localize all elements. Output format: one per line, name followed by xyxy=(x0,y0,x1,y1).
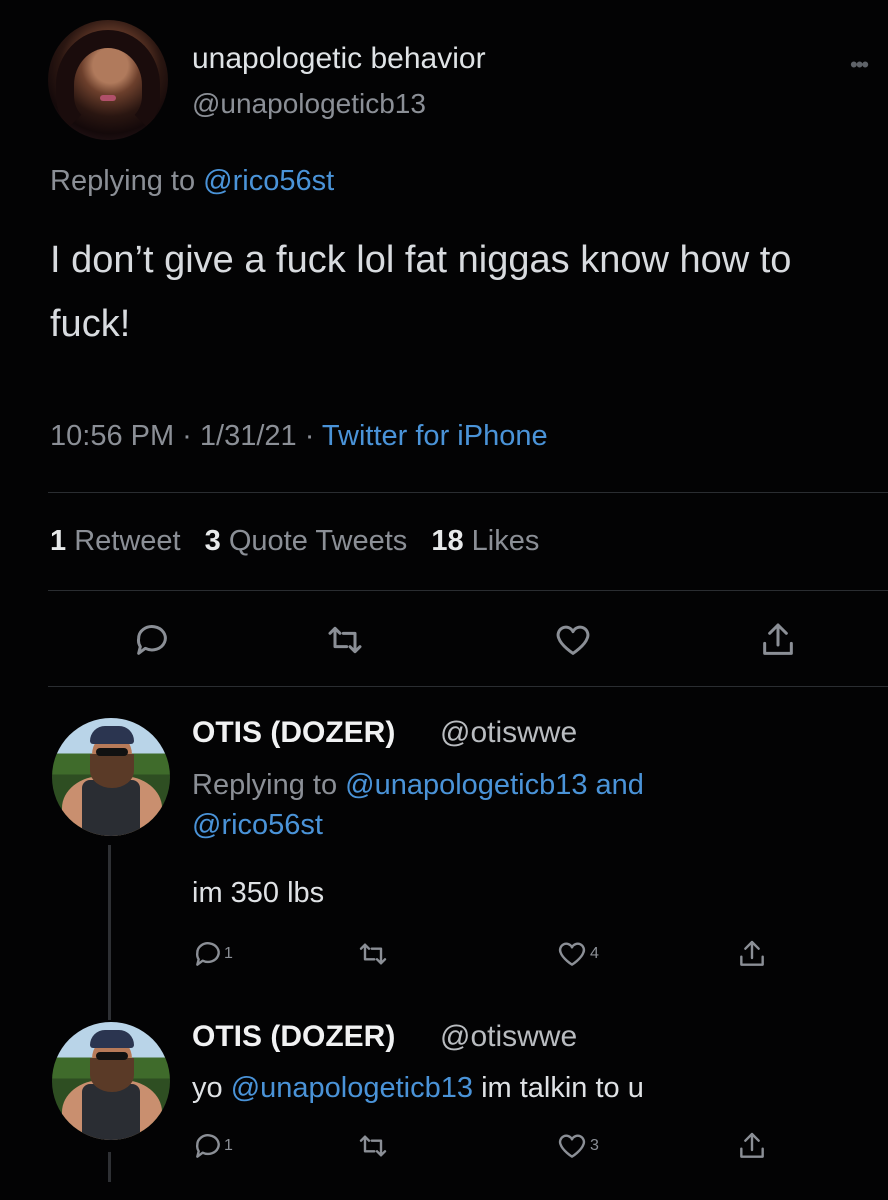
mention-link[interactable]: @unapologeticb13 xyxy=(231,1072,473,1104)
replying-to-link[interactable]: @unapologeticb13 xyxy=(345,769,587,801)
share-button[interactable] xyxy=(758,620,798,660)
retweets-stat[interactable]: 1 Retweet xyxy=(50,525,181,557)
replying-to-link[interactable]: @rico56st xyxy=(203,165,334,197)
reply-author-handle[interactable]: @otiswwe xyxy=(440,716,577,750)
retweet-icon xyxy=(359,943,387,965)
divider xyxy=(48,492,888,493)
thread-line xyxy=(108,845,111,1020)
replying-to: Replying to @unapologeticb13 and @rico56… xyxy=(192,765,792,845)
avatar-shirt xyxy=(82,1084,140,1140)
like-button[interactable] xyxy=(553,620,593,660)
heart-icon xyxy=(556,625,590,655)
more-options-icon[interactable]: ••• xyxy=(850,52,869,78)
replying-to-and: and xyxy=(595,769,644,801)
author-display-name[interactable]: unapologetic behavior xyxy=(192,42,486,76)
avatar[interactable] xyxy=(48,20,168,140)
reply-author-handle[interactable]: @otiswwe xyxy=(440,1020,577,1054)
reply-author-name[interactable]: OTIS (DOZER) xyxy=(192,716,395,750)
avatar-hair xyxy=(56,30,160,140)
divider xyxy=(48,590,888,591)
replying-to-label: Replying to xyxy=(50,165,196,197)
avatar-shirt xyxy=(82,780,140,836)
avatar-lips xyxy=(100,95,116,101)
avatar-beard xyxy=(90,754,134,788)
tweet-text: I don’t give a fuck lol fat niggas know … xyxy=(50,239,792,345)
reply-text: yo @unapologeticb13 im talkin to u xyxy=(192,1072,644,1105)
reply-text: im 350 lbs xyxy=(192,877,325,909)
likes-stat[interactable]: 18 Likes xyxy=(431,525,539,557)
thread-line xyxy=(108,1152,111,1182)
tweet-source-link[interactable]: Twitter for iPhone xyxy=(322,420,548,452)
divider xyxy=(48,686,888,687)
reply-button[interactable] xyxy=(192,1130,224,1162)
replying-to: Replying to @rico56st xyxy=(50,165,334,198)
retweet-icon xyxy=(359,1135,387,1157)
reply-button[interactable] xyxy=(192,938,224,970)
reply-icon xyxy=(195,1134,220,1158)
reply-icon xyxy=(195,942,220,966)
replying-to-label: Replying to xyxy=(192,769,338,801)
like-button[interactable] xyxy=(556,938,588,970)
avatar-cap xyxy=(90,726,134,744)
like-button[interactable] xyxy=(556,1130,588,1162)
reply-text-suffix: im talkin to u xyxy=(481,1072,644,1104)
retweet-icon xyxy=(328,626,362,654)
reply-button[interactable] xyxy=(132,620,172,660)
share-button[interactable] xyxy=(736,1130,768,1162)
tweet-meta: 10:56 PM · 1/31/21 · Twitter for iPhone xyxy=(50,420,548,453)
author-handle[interactable]: @unapologeticb13 xyxy=(192,88,426,120)
like-count: 4 xyxy=(590,945,599,962)
share-icon xyxy=(740,940,764,966)
avatar-sunglasses xyxy=(96,1052,128,1060)
reply-count: 1 xyxy=(224,1137,233,1154)
retweet-button[interactable] xyxy=(325,620,365,660)
share-button[interactable] xyxy=(736,938,768,970)
retweet-button[interactable] xyxy=(357,938,389,970)
like-count: 3 xyxy=(590,1137,599,1154)
tweet-timestamp[interactable]: 10:56 PM · 1/31/21 · xyxy=(50,420,314,452)
reply-author-name[interactable]: OTIS (DOZER) xyxy=(192,1020,395,1054)
quote-tweets-stat[interactable]: 3 Quote Tweets xyxy=(205,525,408,557)
heart-icon xyxy=(558,942,586,966)
heart-icon xyxy=(558,1134,586,1158)
avatar-sunglasses xyxy=(96,748,128,756)
avatar-beard xyxy=(90,1058,134,1092)
reply-count: 1 xyxy=(224,945,233,962)
replying-to-link[interactable]: @rico56st xyxy=(192,809,323,841)
avatar[interactable] xyxy=(52,718,170,836)
retweet-button[interactable] xyxy=(357,1130,389,1162)
share-icon xyxy=(740,1132,764,1158)
reply-icon xyxy=(136,625,167,655)
tweet-stats: 1 Retweet 3 Quote Tweets 18 Likes xyxy=(50,525,539,558)
reply-text-prefix: yo xyxy=(192,1072,223,1104)
share-icon xyxy=(763,623,793,655)
avatar[interactable] xyxy=(52,1022,170,1140)
avatar-cap xyxy=(90,1030,134,1048)
